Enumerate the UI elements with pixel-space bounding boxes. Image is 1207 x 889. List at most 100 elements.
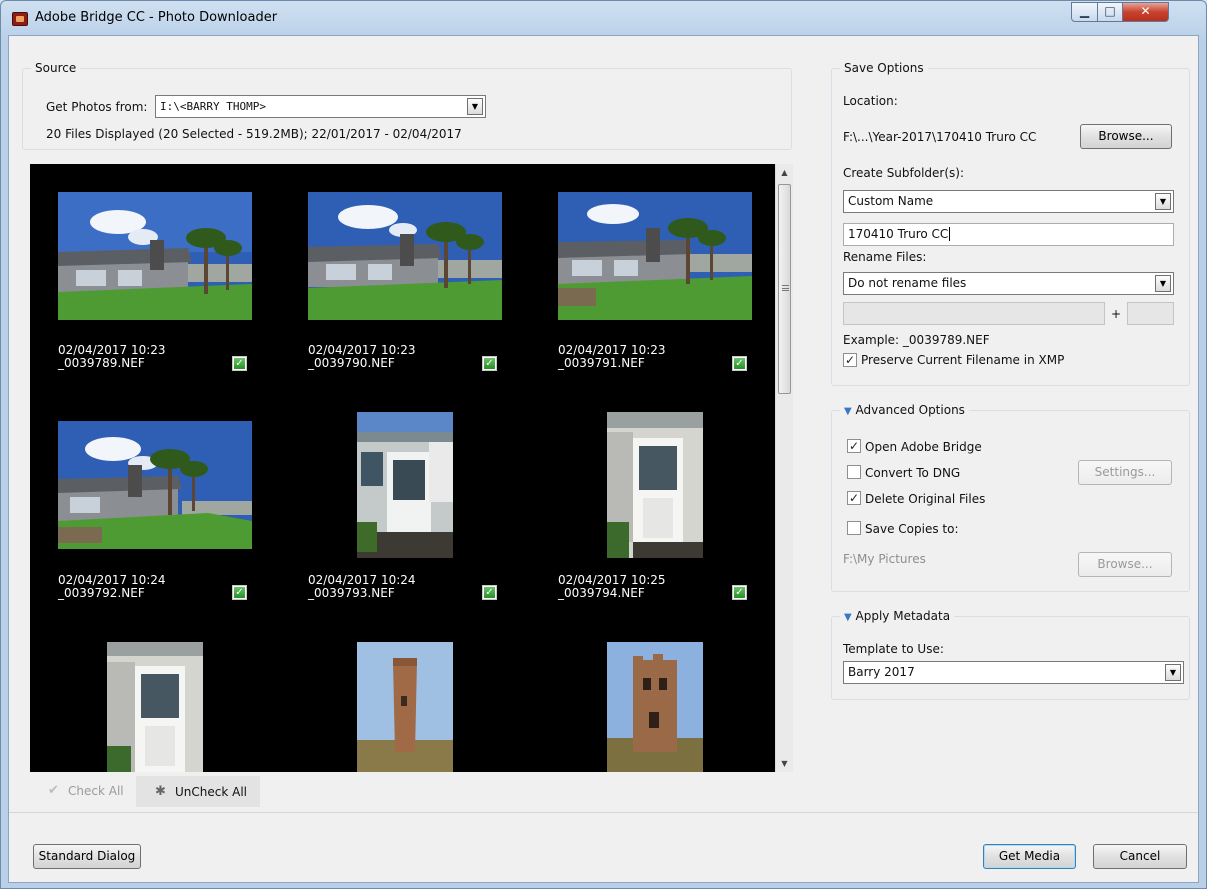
thumbnail-image[interactable] xyxy=(107,642,203,772)
scroll-up-icon[interactable]: ▲ xyxy=(776,164,793,181)
location-value: F:\...\Year-2017\170410 Truro CC xyxy=(843,130,1037,144)
create-subfolders-select[interactable]: Custom Name ▼ xyxy=(843,190,1174,213)
browse-location-button[interactable]: Browse... xyxy=(1080,124,1172,149)
minimize-button[interactable]: ▁ xyxy=(1071,2,1098,22)
save-copies-path: F:\My Pictures xyxy=(843,552,926,566)
check-icon: ✓ xyxy=(734,358,745,369)
chevron-down-icon[interactable]: ▼ xyxy=(1155,193,1171,210)
save-copies-label: Save Copies to: xyxy=(865,522,959,536)
thumbnail-checkbox[interactable]: ✓ xyxy=(232,356,247,371)
maximize-button[interactable]: □ xyxy=(1097,2,1123,22)
template-label: Template to Use: xyxy=(843,642,944,656)
custom-name-input[interactable]: 170410 Truro CC xyxy=(843,223,1174,246)
rename-text-input[interactable] xyxy=(843,302,1105,325)
get-photos-value: I:\<BARRY THOMP> xyxy=(160,100,266,113)
check-all-icon: ✔ xyxy=(48,783,59,798)
disclosure-triangle-icon[interactable]: ▼ xyxy=(844,406,852,417)
get-photos-from-select[interactable]: I:\<BARRY THOMP> ▼ xyxy=(155,95,486,118)
convert-dng-checkbox[interactable] xyxy=(847,465,861,479)
dialog-body: Source Get Photos from: I:\<BARRY THOMP>… xyxy=(8,35,1199,883)
thumbnail-filename: _0039794.NEF xyxy=(558,586,645,600)
thumbnail-image[interactable] xyxy=(607,412,703,558)
delete-originals-label: Delete Original Files xyxy=(865,492,986,506)
thumbnail-checkbox[interactable]: ✓ xyxy=(482,356,497,371)
advanced-options-label: Advanced Options xyxy=(855,403,965,417)
save-copies-checkbox[interactable] xyxy=(847,521,861,535)
check-icon: ✓ xyxy=(234,358,245,369)
rename-files-label: Rename Files: xyxy=(843,250,927,264)
rename-sequence-input[interactable] xyxy=(1127,302,1174,325)
check-icon: ✓ xyxy=(234,587,245,598)
close-button[interactable]: ✕ xyxy=(1122,2,1169,22)
apply-metadata-label: Apply Metadata xyxy=(855,609,951,623)
disclosure-triangle-icon[interactable]: ▼ xyxy=(844,612,852,623)
thumbnail-image[interactable] xyxy=(308,192,502,320)
thumbnail-filename: _0039789.NEF xyxy=(58,356,145,370)
thumbnail-filename: _0039792.NEF xyxy=(58,586,145,600)
preserve-filename-checkbox[interactable]: ✓ xyxy=(843,353,857,367)
scrollbar-thumb[interactable] xyxy=(778,184,791,394)
footer-divider xyxy=(9,812,1198,813)
scroll-down-icon[interactable]: ▼ xyxy=(776,755,793,772)
chevron-down-icon[interactable]: ▼ xyxy=(467,98,483,115)
photo-grid[interactable]: 02/04/2017 10:23 _0039789.NEF ✓ 02/04/20… xyxy=(30,164,775,772)
metadata-template-select[interactable]: Barry 2017 ▼ xyxy=(843,661,1184,684)
uncheck-all-icon: ✱ xyxy=(155,784,166,799)
dng-settings-button[interactable]: Settings... xyxy=(1078,460,1172,485)
thumbnail-checkbox[interactable]: ✓ xyxy=(232,585,247,600)
thumbnail-image[interactable] xyxy=(58,192,252,320)
thumbnail-filename: _0039790.NEF xyxy=(308,356,395,370)
create-subfolders-label: Create Subfolder(s): xyxy=(843,166,965,180)
preserve-filename-label: Preserve Current Filename in XMP xyxy=(861,353,1065,367)
rename-example: Example: _0039789.NEF xyxy=(843,333,990,347)
photo-downloader-window: Adobe Bridge CC - Photo Downloader ▁ □ ✕… xyxy=(0,0,1207,889)
rename-files-select[interactable]: Do not rename files ▼ xyxy=(843,272,1174,295)
check-icon: ✓ xyxy=(734,587,745,598)
save-options-group-title: Save Options xyxy=(840,61,928,75)
cancel-button[interactable]: Cancel xyxy=(1093,844,1187,869)
rename-files-value: Do not rename files xyxy=(848,276,967,290)
apply-metadata-group: ▼ Apply Metadata xyxy=(831,609,1190,700)
source-group-title: Source xyxy=(31,61,81,75)
thumbnail-image[interactable] xyxy=(58,421,252,549)
check-icon: ✓ xyxy=(484,358,495,369)
files-info: 20 Files Displayed (20 Selected - 519.2M… xyxy=(46,127,462,141)
advanced-options-group-title[interactable]: ▼ Advanced Options xyxy=(840,403,969,417)
thumbnail-image[interactable] xyxy=(607,642,703,772)
photo-grid-scrollbar[interactable]: ▲ ▼ xyxy=(775,164,793,772)
chevron-down-icon[interactable]: ▼ xyxy=(1165,664,1181,681)
create-subfolders-value: Custom Name xyxy=(848,194,934,208)
adobe-bridge-app-icon xyxy=(12,12,28,26)
thumbnail-checkbox[interactable]: ✓ xyxy=(482,585,497,600)
open-bridge-checkbox[interactable]: ✓ xyxy=(847,439,861,453)
uncheck-all-button[interactable]: ✱ UnCheck All xyxy=(136,776,260,807)
get-media-button[interactable]: Get Media xyxy=(983,844,1076,869)
uncheck-all-label: UnCheck All xyxy=(175,785,247,799)
open-bridge-label: Open Adobe Bridge xyxy=(865,440,982,454)
check-all-label: Check All xyxy=(68,784,124,798)
check-icon: ✓ xyxy=(484,587,495,598)
thumbnail-image[interactable] xyxy=(357,642,453,772)
thumbnail-checkbox[interactable]: ✓ xyxy=(732,585,747,600)
chevron-down-icon[interactable]: ▼ xyxy=(1155,275,1171,292)
browse-copies-button[interactable]: Browse... xyxy=(1078,552,1172,577)
check-all-button[interactable]: ✔ Check All xyxy=(30,776,136,807)
thumbnail-image[interactable] xyxy=(357,412,453,558)
thumbnail-filename: _0039793.NEF xyxy=(308,586,395,600)
convert-dng-label: Convert To DNG xyxy=(865,466,961,480)
custom-name-value: 170410 Truro CC xyxy=(848,227,949,241)
thumbnail-filename: _0039791.NEF xyxy=(558,356,645,370)
text-cursor xyxy=(949,227,951,241)
title-bar[interactable]: Adobe Bridge CC - Photo Downloader ▁ □ ✕ xyxy=(1,1,1206,35)
apply-metadata-group-title[interactable]: ▼ Apply Metadata xyxy=(840,609,955,623)
standard-dialog-button[interactable]: Standard Dialog xyxy=(33,844,141,869)
metadata-template-value: Barry 2017 xyxy=(848,665,915,679)
window-title: Adobe Bridge CC - Photo Downloader xyxy=(35,10,278,25)
location-label: Location: xyxy=(843,94,898,108)
get-photos-label: Get Photos from: xyxy=(46,100,148,114)
grip-icon xyxy=(782,285,789,291)
plus-label: + xyxy=(1111,307,1122,321)
delete-originals-checkbox[interactable]: ✓ xyxy=(847,491,861,505)
thumbnail-checkbox[interactable]: ✓ xyxy=(732,356,747,371)
thumbnail-image[interactable] xyxy=(558,192,752,320)
